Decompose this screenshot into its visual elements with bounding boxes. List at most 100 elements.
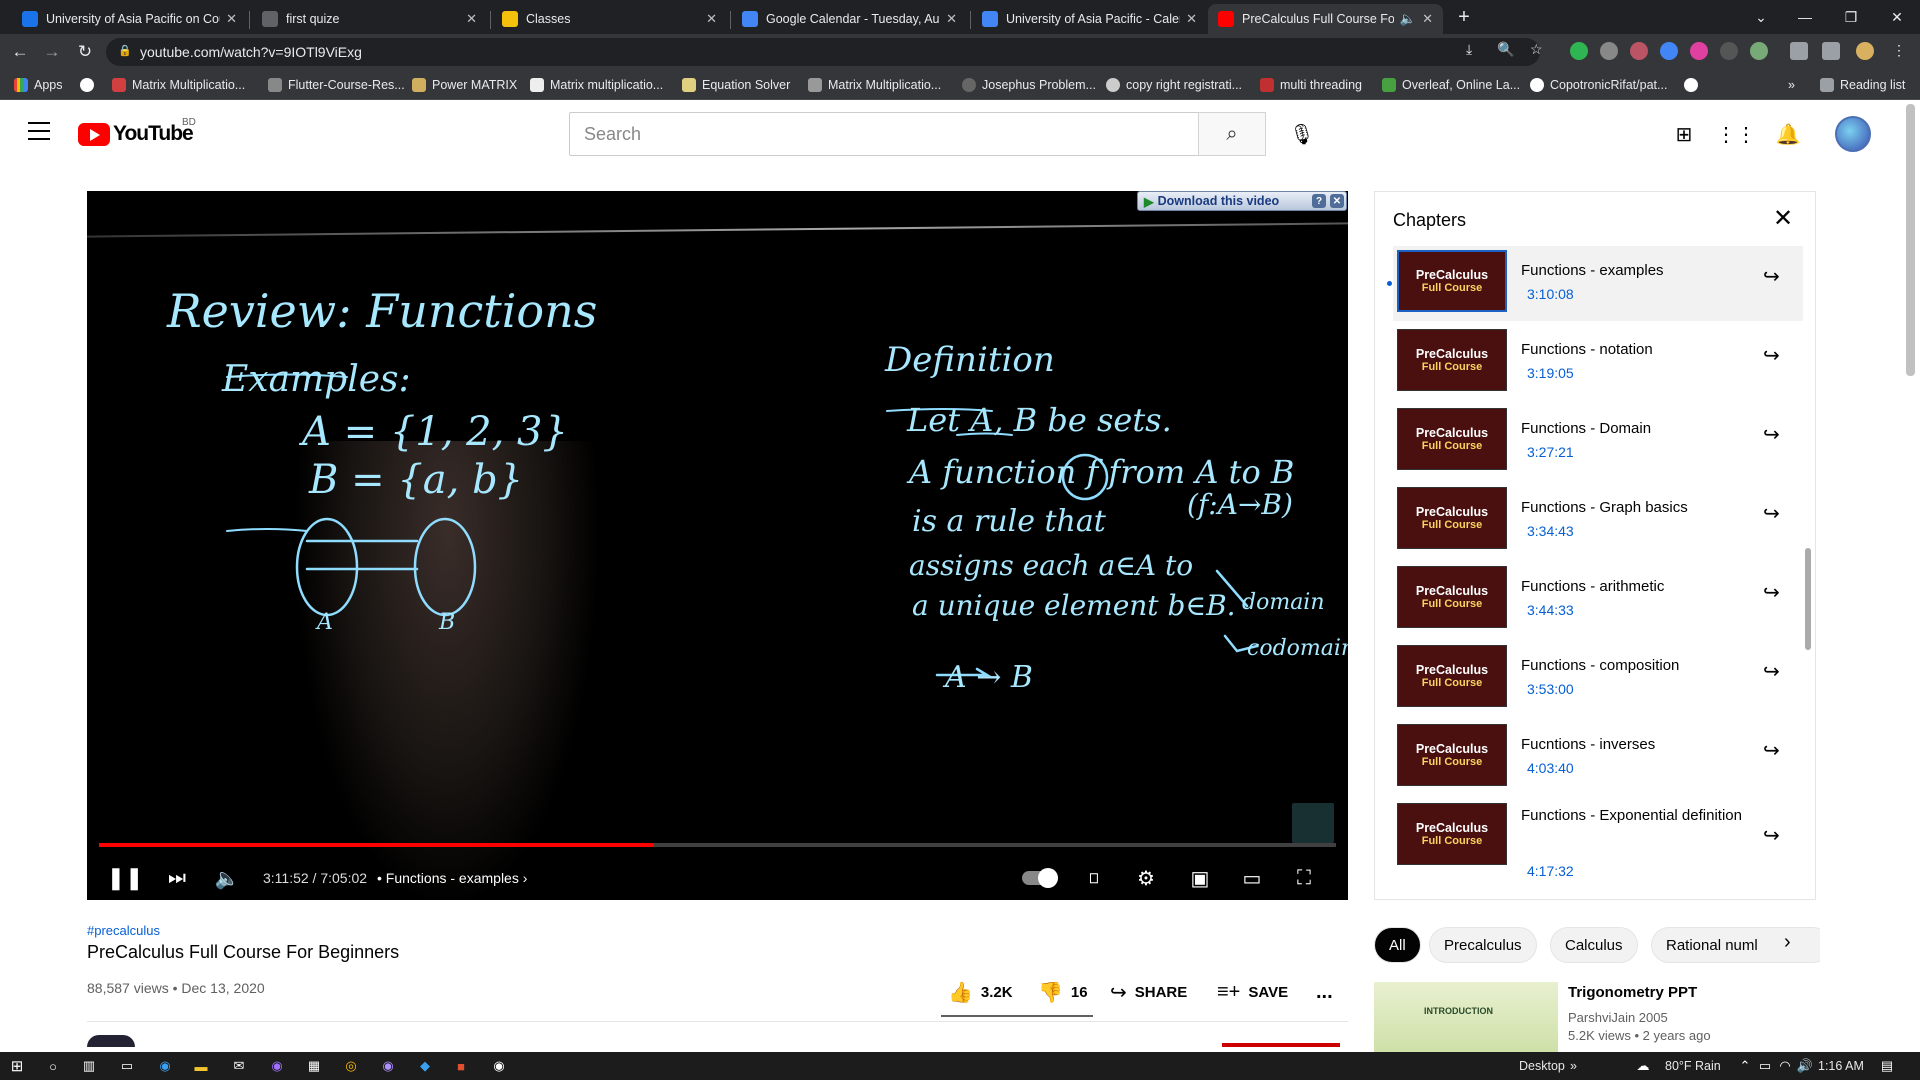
extension-icon[interactable]	[1690, 42, 1708, 60]
share-icon[interactable]: ↪	[1763, 501, 1780, 526]
browser-tab-3[interactable]: Classes ✕	[492, 4, 727, 34]
youtube-logo[interactable]: YouTube BD	[78, 117, 196, 146]
chapter-timestamp[interactable]: 3:10:08	[1527, 286, 1574, 302]
current-chapter-button[interactable]: • Functions - examples ›	[377, 870, 527, 886]
network-icon[interactable]: ▭	[1756, 1057, 1774, 1075]
bookmark-item[interactable]: Overleaf, Online La...	[1382, 76, 1520, 94]
chip-rational-numbers[interactable]: Rational numl	[1651, 927, 1820, 963]
browser-tab-4[interactable]: Google Calendar - Tuesday, Augu ✕	[732, 4, 967, 34]
extension-icon[interactable]	[1720, 42, 1738, 60]
chip-calculus[interactable]: Calculus	[1550, 927, 1638, 963]
profile-icon[interactable]	[1856, 42, 1874, 60]
pause-icon[interactable]: ❚❚	[107, 864, 144, 892]
more-actions-button[interactable]: ...	[1316, 980, 1333, 1004]
dislike-button[interactable]: 👎 16	[1038, 980, 1088, 1004]
file-explorer-icon[interactable]: ▬	[192, 1057, 210, 1075]
close-tab-icon[interactable]: ✕	[466, 11, 477, 27]
close-tab-icon[interactable]: ✕	[1422, 11, 1433, 27]
bookmark-item[interactable]: CopotronicRifat/pat...	[1530, 76, 1667, 94]
channel-watermark[interactable]	[1292, 803, 1334, 843]
help-icon[interactable]: ?	[1312, 194, 1326, 208]
chapter-thumbnail[interactable]: PreCalculus Full Course	[1397, 250, 1507, 312]
chapter-thumbnail[interactable]: PreCalculus Full Course	[1397, 566, 1507, 628]
share-icon[interactable]: ↪	[1763, 823, 1780, 848]
bookmark-star-icon[interactable]: ☆	[1530, 41, 1543, 58]
chrome-menu-icon[interactable]: ⋮	[1890, 42, 1908, 60]
browser-tab-5[interactable]: University of Asia Pacific - Calend ✕	[972, 4, 1207, 34]
chapter-timestamp[interactable]: 3:53:00	[1527, 681, 1574, 697]
chapter-timestamp[interactable]: 3:19:05	[1527, 365, 1574, 381]
messenger-icon[interactable]: ◉	[268, 1057, 286, 1075]
chapter-item[interactable]: PreCalculus Full Course Functions - arithm…	[1393, 562, 1803, 637]
browser-tab-1[interactable]: University of Asia Pacific on Cour ✕	[12, 4, 247, 34]
search-button[interactable]: ⌕	[1198, 112, 1266, 156]
extension-camera-icon[interactable]	[1600, 42, 1618, 60]
settings-gear-icon[interactable]: ⚙	[1129, 864, 1163, 892]
browser-tab-6-active[interactable]: PreCalculus Full Course For B 🔈 ✕	[1208, 4, 1443, 34]
maximize-button[interactable]: ❐	[1828, 0, 1874, 34]
extensions-puzzle-icon[interactable]	[1790, 42, 1808, 60]
bookmark-item[interactable]: Matrix Multiplicatio...	[112, 76, 245, 94]
app-icon[interactable]: ▦	[305, 1057, 323, 1075]
save-button[interactable]: ≡+ SAVE	[1217, 980, 1288, 1004]
chapter-thumbnail[interactable]: PreCalculus Full Course	[1397, 487, 1507, 549]
task-view-icon[interactable]: ▥	[80, 1057, 98, 1075]
apps-grid-icon[interactable]: ⋮⋮	[1716, 120, 1756, 148]
close-tab-icon[interactable]: ✕	[946, 11, 957, 27]
chapter-timestamp[interactable]: 3:27:21	[1527, 444, 1574, 460]
show-hidden-icons-chevron-icon[interactable]: ⌃	[1736, 1057, 1754, 1075]
close-tab-icon[interactable]: ✕	[226, 11, 237, 27]
like-button[interactable]: 👍 3.2K	[948, 980, 1013, 1004]
bookmark-item[interactable]	[80, 76, 100, 94]
github-desktop-icon[interactable]: ◉	[379, 1057, 397, 1075]
mail-icon[interactable]: ✉	[230, 1057, 248, 1075]
voice-search-button[interactable]: 🎙	[1282, 114, 1322, 154]
close-download-icon[interactable]: ✕	[1330, 194, 1344, 208]
share-icon[interactable]: ↪	[1763, 343, 1780, 368]
chapter-timestamp[interactable]: 4:17:32	[1527, 863, 1574, 879]
chapter-thumbnail[interactable]: PreCalculus Full Course	[1397, 724, 1507, 786]
share-icon[interactable]: ↪	[1763, 738, 1780, 763]
mute-tab-icon[interactable]: 🔈	[1400, 11, 1416, 27]
close-chapters-icon[interactable]: ✕	[1773, 204, 1793, 233]
bookmark-item[interactable]: Matrix Multiplicatio...	[808, 76, 941, 94]
chapter-item[interactable]: PreCalculus Full Course Functions - exampl…	[1387, 246, 1803, 321]
share-icon[interactable]: ↪	[1763, 580, 1780, 605]
search-icon[interactable]: ○	[44, 1057, 62, 1075]
download-video-button[interactable]: ▶ Download this video ? ✕	[1137, 191, 1347, 211]
bookmark-item[interactable]: Equation Solver	[682, 76, 790, 94]
share-icon[interactable]: ↪	[1763, 422, 1780, 447]
search-input[interactable]: Search	[569, 112, 1199, 156]
autoplay-toggle[interactable]	[1020, 864, 1060, 892]
video-hashtag[interactable]: #precalculus	[87, 923, 160, 938]
menu-icon[interactable]	[28, 122, 50, 140]
powerpoint-icon[interactable]: ■	[452, 1057, 470, 1075]
forward-icon[interactable]: →	[40, 40, 64, 64]
notifications-bell-icon[interactable]: 🔔	[1774, 120, 1802, 148]
bookmark-apps[interactable]: Apps	[14, 76, 63, 94]
bookmark-item[interactable]: copy right registrati...	[1106, 76, 1242, 94]
subscribe-button[interactable]	[1222, 1043, 1340, 1047]
vscode-icon[interactable]: ◆	[416, 1057, 434, 1075]
chapter-item[interactable]: PreCalculus Full Course Fucntions - invers…	[1393, 720, 1803, 795]
chapter-timestamp[interactable]: 4:03:40	[1527, 760, 1574, 776]
chapter-thumbnail[interactable]: PreCalculus Full Course	[1397, 645, 1507, 707]
extension-icon[interactable]	[1750, 42, 1768, 60]
extension-download-icon[interactable]	[1660, 42, 1678, 60]
chapter-thumbnail[interactable]: PreCalculus Full Course	[1397, 329, 1507, 391]
close-window-button[interactable]: ✕	[1874, 0, 1920, 34]
chapter-item[interactable]: PreCalculus Full Course Functions - notati…	[1393, 325, 1803, 400]
close-tab-icon[interactable]: ✕	[706, 11, 717, 27]
chip-all[interactable]: All	[1374, 927, 1421, 963]
create-video-icon[interactable]: ⊞	[1670, 120, 1698, 148]
tab-search-icon[interactable]: ⌄	[1738, 0, 1784, 34]
chapters-scrollbar[interactable]	[1805, 548, 1811, 650]
bookmark-item[interactable]: Power MATRIX	[412, 76, 517, 94]
chapter-item[interactable]: PreCalculus Full Course Functions - Expone…	[1393, 799, 1803, 879]
chapter-item[interactable]: PreCalculus Full Course Functions - Domain…	[1393, 404, 1803, 479]
browser-tab-2[interactable]: first quize ✕	[252, 4, 487, 34]
chapter-thumbnail[interactable]: PreCalculus Full Course	[1397, 408, 1507, 470]
share-icon[interactable]: ↪	[1763, 264, 1780, 289]
volume-icon[interactable]: 🔈	[213, 864, 241, 892]
reload-icon[interactable]: ↻	[73, 40, 97, 64]
